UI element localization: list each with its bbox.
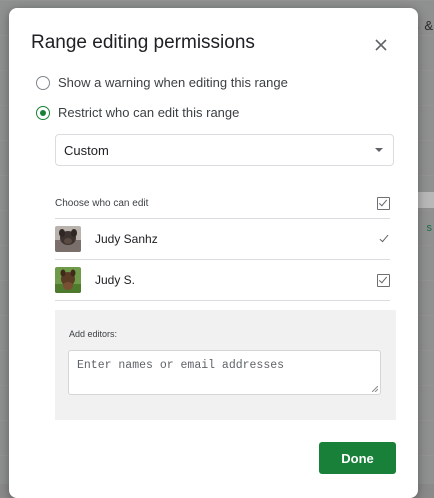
background-green-text: s xyxy=(426,222,433,234)
range-permissions-dialog: Range editing permissions Show a warning… xyxy=(9,8,418,498)
editor-row: Judy S. xyxy=(55,260,390,300)
avatar xyxy=(55,267,81,293)
radio-restrict[interactable] xyxy=(36,105,50,120)
editor-row: Judy Sanhz xyxy=(55,219,390,259)
choose-who-header: Choose who can edit xyxy=(55,188,390,218)
editor-checkbox[interactable] xyxy=(377,273,390,287)
add-editors-label: Add editors: xyxy=(69,329,118,339)
add-editors-panel: Add editors: xyxy=(55,310,396,420)
choose-who-label: Choose who can edit xyxy=(55,197,149,209)
permission-select[interactable]: Custom xyxy=(55,134,394,166)
chevron-down-icon xyxy=(375,148,383,152)
option-restrict-label: Restrict who can edit this range xyxy=(58,105,240,120)
editor-name: Judy Sanhz xyxy=(95,232,158,246)
dialog-title: Range editing permissions xyxy=(31,32,255,53)
select-all-checkbox[interactable] xyxy=(377,196,390,210)
divider xyxy=(55,300,390,301)
close-icon xyxy=(375,39,387,51)
option-show-warning-label: Show a warning when editing this range xyxy=(58,75,288,90)
close-button[interactable] xyxy=(369,33,393,57)
add-editors-input[interactable] xyxy=(68,350,381,395)
radio-show-warning[interactable] xyxy=(36,75,50,90)
editor-checkbox[interactable] xyxy=(378,233,390,245)
permission-select-value: Custom xyxy=(64,142,109,158)
done-button[interactable]: Done xyxy=(319,442,396,474)
option-restrict[interactable]: Restrict who can edit this range xyxy=(36,105,239,120)
option-show-warning[interactable]: Show a warning when editing this range xyxy=(36,75,288,90)
avatar xyxy=(55,226,81,252)
editor-name: Judy S. xyxy=(95,273,136,287)
